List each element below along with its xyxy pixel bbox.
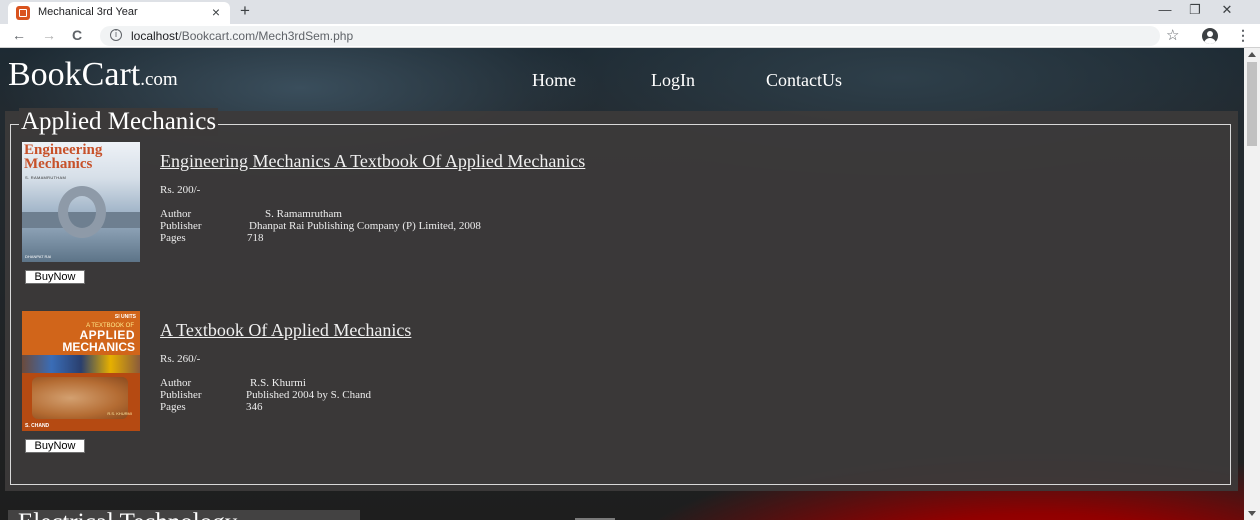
cover-author: S. RAMAMRUTHAM <box>25 175 67 180</box>
book-cover-image[interactable]: Engineering Mechanics S. RAMAMRUTHAM DHAN… <box>22 142 140 262</box>
pages-label: Pages <box>160 232 186 244</box>
nav-home-link[interactable]: Home <box>532 70 576 91</box>
restore-icon[interactable]: ❐ <box>1180 2 1210 18</box>
cover-art-ring <box>58 186 106 238</box>
bookmark-star-icon[interactable]: ☆ <box>1166 26 1179 44</box>
site-favicon-icon <box>16 6 30 20</box>
category-panel: Applied Mechanics Engineering Mechanics S… <box>5 108 1238 491</box>
page-viewport: BookCart.com Home LogIn ContactUs Applie… <box>0 48 1244 520</box>
scroll-down-arrow-icon[interactable] <box>1248 511 1256 516</box>
cover-publisher: S. CHAND <box>25 423 50 429</box>
page-scrollbar[interactable] <box>1244 48 1260 520</box>
category-fieldset <box>10 124 1231 485</box>
back-arrow-icon[interactable]: ← <box>12 27 26 43</box>
cover-art-strip <box>22 355 140 373</box>
url-path: /Bookcart.com/Mech3rdSem.php <box>178 29 354 43</box>
url-field[interactable]: i localhost/Bookcart.com/Mech3rdSem.php <box>100 26 1160 46</box>
cover-units: SI UNITS <box>114 314 136 320</box>
scroll-up-arrow-icon[interactable] <box>1248 52 1256 57</box>
author-label: Author <box>160 208 192 220</box>
pages-value: 718 <box>247 232 264 244</box>
browser-tab-strip: Mechanical 3rd Year × + — ❐ ✕ <box>0 0 1260 24</box>
logo-suffix: .com <box>140 69 178 90</box>
publisher-label: Publisher <box>160 220 202 232</box>
info-icon[interactable]: i <box>110 29 122 41</box>
book-cover-image[interactable]: SI UNITS A TEXTBOOK OF APPLIED MECHANICS… <box>22 311 140 431</box>
section-title: Applied Mechanics <box>19 108 219 136</box>
url-host: localhost <box>131 29 179 43</box>
site-logo[interactable]: BookCart.com <box>8 56 178 94</box>
publisher-value: Dhanpat Rai Publishing Company (P) Limit… <box>249 220 481 232</box>
book-price: Rs. 260/- <box>160 353 201 365</box>
cover-title: Engineering Mechanics <box>24 142 103 172</box>
cover-title-line2: MECHANICS <box>62 340 135 354</box>
cover-author: R.S. KHURMI <box>107 411 132 416</box>
scrollbar-thumb[interactable] <box>1247 62 1257 146</box>
address-bar: ← → C i localhost/Bookcart.com/Mech3rdSe… <box>0 24 1260 48</box>
pages-value: 346 <box>246 401 263 413</box>
book-price: Rs. 200/- <box>160 184 201 196</box>
browser-menu-icon[interactable]: ⋮ <box>1236 27 1250 44</box>
minimize-icon[interactable]: — <box>1150 2 1180 17</box>
nav-login-link[interactable]: LogIn <box>651 70 695 91</box>
book-title-link[interactable]: Engineering Mechanics A Textbook Of Appl… <box>160 151 585 172</box>
tab-close-icon[interactable]: × <box>212 4 220 20</box>
forward-arrow-icon[interactable]: → <box>42 27 56 43</box>
reload-icon[interactable]: C <box>72 27 82 43</box>
url-text: localhost/Bookcart.com/Mech3rdSem.php <box>131 29 353 43</box>
next-section-title: Electrical Technology <box>18 509 237 520</box>
window-close-icon[interactable]: ✕ <box>1212 2 1242 18</box>
publisher-label: Publisher <box>160 389 202 401</box>
logo-main: BookCart <box>8 56 141 93</box>
new-tab-icon[interactable]: + <box>240 1 250 21</box>
tab-title: Mechanical 3rd Year <box>38 6 138 18</box>
buy-now-button[interactable]: BuyNow <box>25 439 85 453</box>
book-title-link[interactable]: A Textbook Of Applied Mechanics <box>160 320 411 341</box>
nav-contact-link[interactable]: ContactUs <box>766 70 842 91</box>
cover-publisher: DHANPAT RAI <box>25 254 52 259</box>
account-icon[interactable] <box>1202 28 1218 44</box>
author-value: S. Ramamrutham <box>265 208 342 220</box>
browser-tab[interactable]: Mechanical 3rd Year × <box>8 2 230 24</box>
author-label: Author <box>160 377 192 389</box>
author-value: R.S. Khurmi <box>250 377 306 389</box>
buy-now-button[interactable]: BuyNow <box>25 270 85 284</box>
publisher-value: Published 2004 by S. Chand <box>246 389 371 401</box>
pages-label: Pages <box>160 401 186 413</box>
